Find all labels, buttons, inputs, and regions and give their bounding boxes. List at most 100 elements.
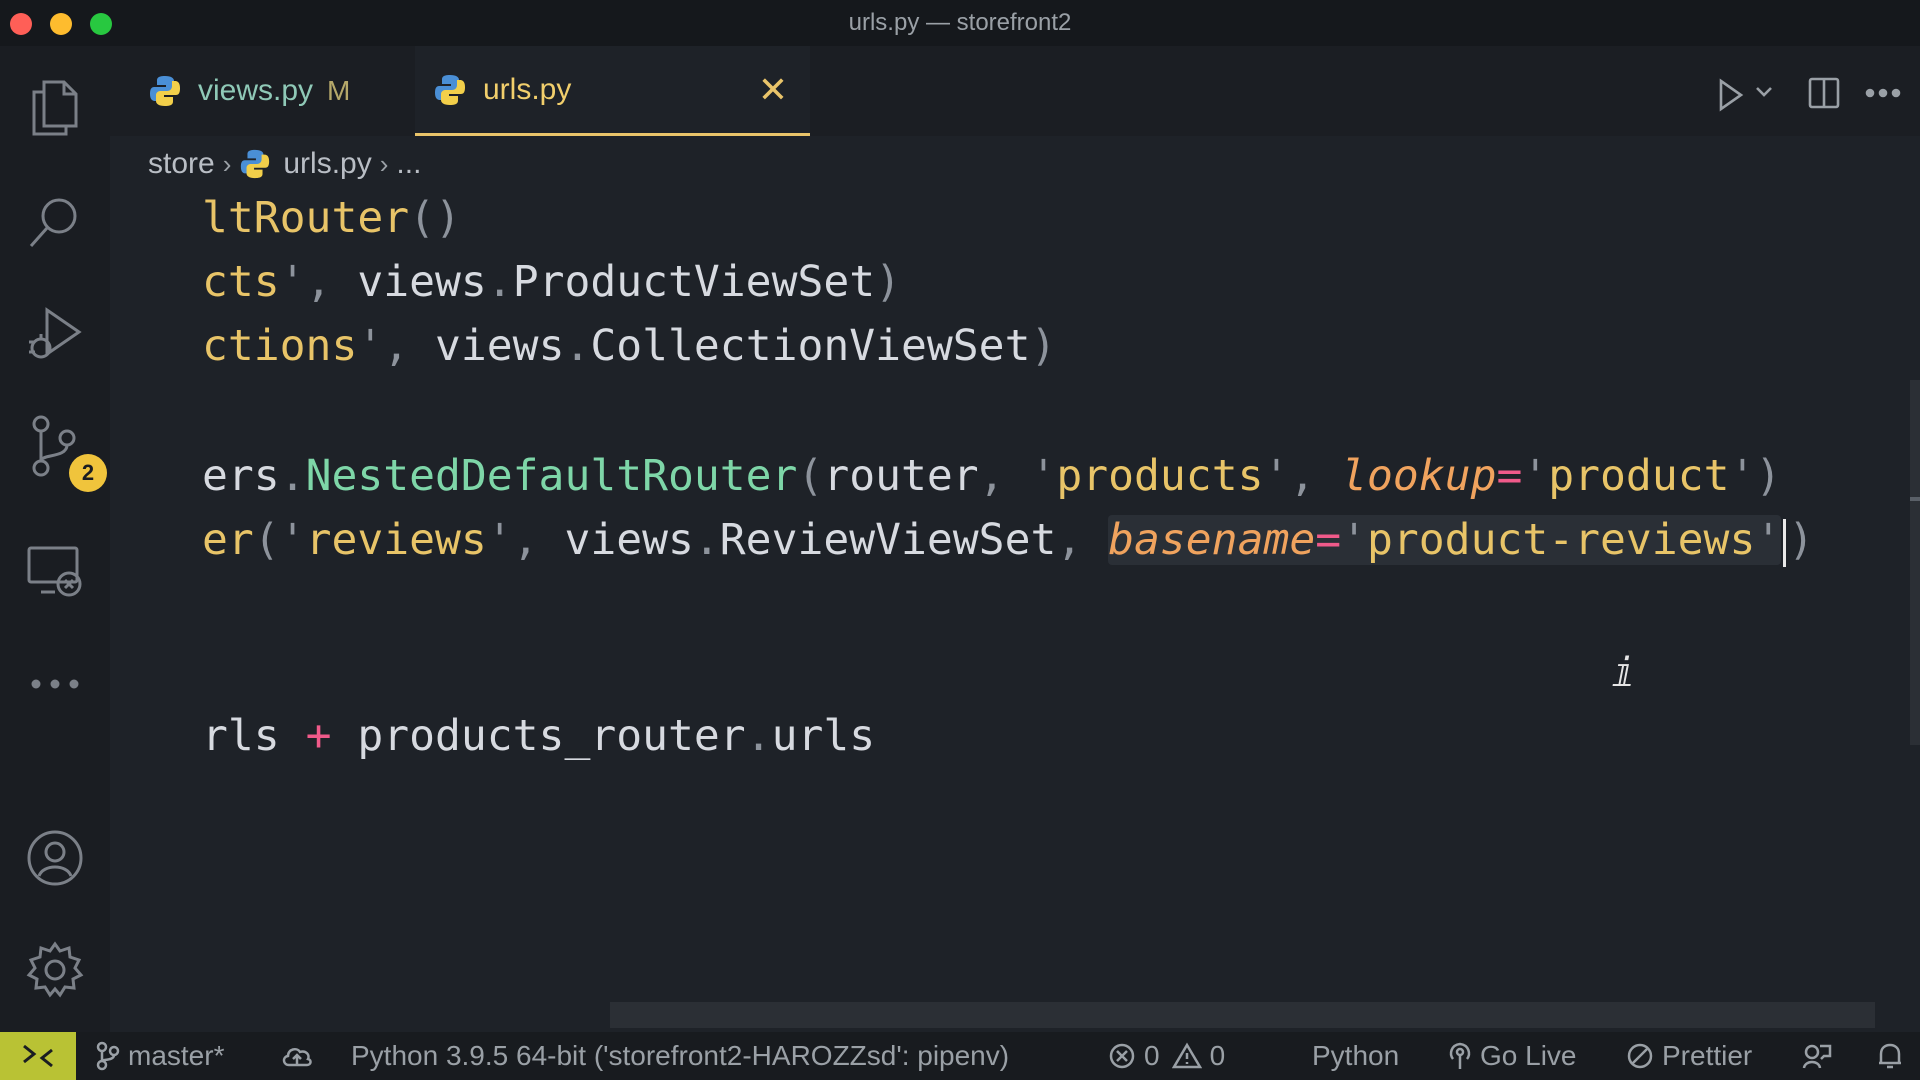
modified-indicator: M — [327, 75, 351, 106]
code-line: er('reviews', views.ReviewViewSet, basen… — [202, 512, 1814, 568]
code-token: ) — [875, 257, 902, 307]
code-token: , — [305, 257, 358, 307]
breadcrumb-more[interactable]: ... — [396, 147, 421, 181]
code-token: , — [383, 321, 436, 371]
code-token: products_router — [331, 711, 746, 761]
title-bar: urls.py — storefront2 — [0, 0, 1920, 46]
sync-status[interactable] — [280, 1032, 322, 1080]
run-debug-icon[interactable] — [15, 294, 95, 374]
code-token: ' — [1030, 451, 1057, 501]
search-icon[interactable] — [15, 182, 95, 262]
code-editor[interactable]: ltRouter() cts', views.ProductViewSet) c… — [110, 190, 1910, 1000]
code-token: ' — [357, 321, 384, 371]
warning-icon — [1171, 1042, 1202, 1069]
breadcrumb-folder[interactable]: store — [148, 147, 215, 181]
code-token: product — [1548, 451, 1730, 501]
notifications-bell-icon[interactable] — [1876, 1032, 1912, 1080]
more-actions-icon[interactable] — [1865, 88, 1901, 98]
code-token: , — [978, 451, 1031, 501]
vertical-scrollbar[interactable] — [1910, 380, 1920, 745]
code-token: ers — [202, 451, 280, 501]
breadcrumb-file[interactable]: urls.py — [283, 147, 371, 181]
python-file-icon — [150, 76, 180, 106]
mouse-ibeam-icon: ⅈ — [1612, 650, 1637, 696]
code-token: basename — [1108, 515, 1316, 565]
code-token: , — [1289, 451, 1342, 501]
code-token: ' — [279, 515, 306, 565]
error-count: 0 — [1144, 1040, 1160, 1071]
remote-indicator-icon[interactable] — [0, 1032, 76, 1080]
tab-views-py[interactable]: views.py M — [130, 46, 420, 136]
activity-bar: 2 — [0, 46, 110, 1032]
feedback-icon[interactable] — [1802, 1032, 1840, 1080]
chevron-down-icon[interactable] — [1755, 86, 1773, 98]
code-token: ' — [1341, 515, 1368, 565]
code-token: ' — [279, 257, 306, 307]
accounts-icon[interactable] — [15, 818, 95, 898]
python-file-icon — [241, 149, 270, 179]
code-token: ) — [1788, 515, 1815, 565]
problems-status[interactable]: 0 0 — [1108, 1032, 1225, 1080]
prettier-disabled-icon — [1627, 1043, 1653, 1069]
split-editor-icon[interactable] — [1807, 76, 1841, 110]
code-token: . — [693, 515, 720, 565]
window-title: urls.py — storefront2 — [848, 9, 1072, 36]
status-bar: master* Python 3.9.5 64-bit ('storefront… — [0, 1032, 1920, 1080]
text-cursor — [1783, 518, 1787, 567]
source-control-badge: 2 — [69, 454, 107, 492]
code-token: . — [486, 257, 513, 307]
code-token: . — [745, 711, 772, 761]
code-token: views — [357, 257, 487, 307]
tab-label: urls.py — [483, 72, 572, 106]
code-token: products — [1056, 451, 1264, 501]
tab-label: views.py — [198, 74, 314, 107]
code-token: ' — [1263, 451, 1290, 501]
explorer-icon[interactable] — [15, 68, 95, 148]
editor-actions — [1715, 74, 1915, 118]
inserted-argument-highlight: basename='product-reviews' — [1108, 515, 1782, 565]
broadcast-icon — [1449, 1042, 1471, 1069]
code-token: ( — [253, 515, 280, 565]
remote-explorer-icon[interactable] — [15, 532, 95, 612]
code-token: rls — [202, 711, 306, 761]
branch-status[interactable]: master* — [96, 1032, 224, 1080]
code-token: NestedDefaultRouter — [305, 451, 798, 501]
tab-urls-py[interactable]: urls.py ✕ — [415, 46, 810, 136]
settings-gear-icon[interactable] — [15, 930, 95, 1010]
prettier-status[interactable]: Prettier — [1626, 1032, 1752, 1080]
more-icon[interactable] — [15, 644, 95, 724]
code-token: ) — [1030, 321, 1057, 371]
code-token: ' — [1522, 451, 1549, 501]
run-icon[interactable] — [1717, 78, 1745, 112]
close-tab-icon[interactable]: ✕ — [758, 70, 788, 110]
code-line: ctions', views.CollectionViewSet) — [202, 318, 1056, 374]
code-line: rls + products_router.urls — [202, 708, 875, 764]
code-token: ctions — [202, 321, 358, 371]
source-control-icon[interactable]: 2 — [15, 406, 107, 492]
go-live-button[interactable]: Go Live — [1448, 1032, 1577, 1080]
code-token: views — [564, 515, 694, 565]
python-interpreter[interactable]: Python 3.9.5 64-bit ('storefront2-HAROZZ… — [351, 1032, 1009, 1080]
go-live-label: Go Live — [1480, 1040, 1577, 1071]
chevron-right-icon: › — [379, 148, 389, 179]
code-token: . — [564, 321, 591, 371]
code-token: () — [409, 193, 461, 243]
code-token: lookup — [1341, 451, 1497, 501]
code-token: ReviewViewSet — [719, 515, 1057, 565]
code-token: views — [435, 321, 565, 371]
code-token: urls — [771, 711, 876, 761]
error-icon — [1109, 1043, 1135, 1069]
cloud-upload-icon — [282, 1047, 312, 1067]
code-token: = — [1315, 515, 1342, 565]
code-token: CollectionViewSet — [590, 321, 1031, 371]
horizontal-scrollbar[interactable] — [610, 1002, 1875, 1028]
code-token: = — [1496, 451, 1523, 501]
branch-name: master* — [128, 1040, 225, 1071]
code-token: , — [512, 515, 565, 565]
python-file-icon — [435, 74, 465, 105]
chevron-right-icon: › — [222, 148, 232, 179]
code-token: ' — [1755, 515, 1782, 565]
language-mode[interactable]: Python — [1312, 1032, 1399, 1080]
code-token: ltRouter — [202, 193, 410, 243]
code-token: ) — [1755, 451, 1782, 501]
